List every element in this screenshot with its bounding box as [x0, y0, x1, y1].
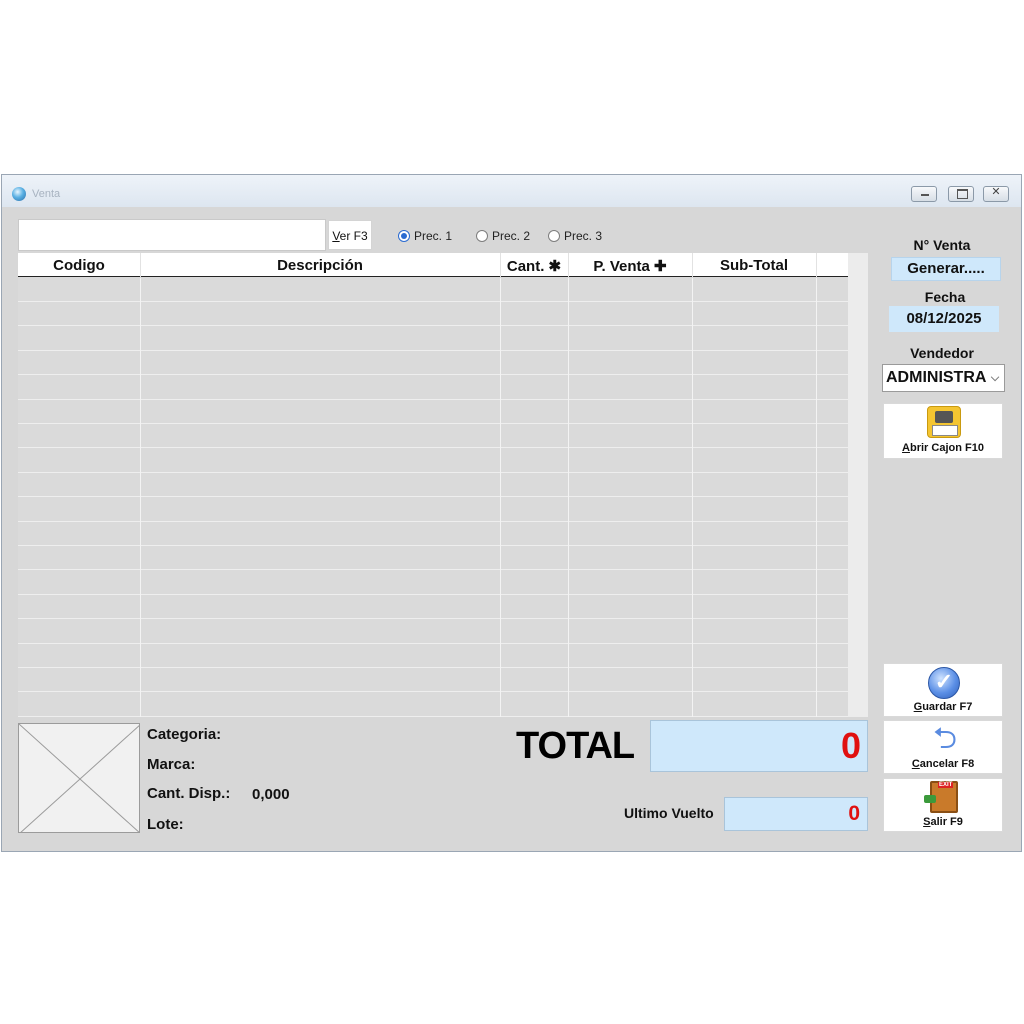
table-row[interactable] [18, 400, 848, 424]
table-row[interactable] [18, 571, 848, 595]
total-label: TOTAL [516, 725, 635, 767]
ultimo-vuelto-label: Ultimo Vuelto [624, 805, 714, 821]
header-divider [816, 253, 817, 277]
radio-label: Prec. 3 [564, 229, 603, 243]
title-bar: Venta ✕ [2, 175, 1021, 207]
nventa-label: N° Venta [913, 237, 971, 253]
product-search-input[interactable] [18, 219, 326, 251]
sales-grid[interactable]: Codigo Descripción Cant. ✱ P. Venta ✚ Su… [18, 253, 868, 717]
column-codigo[interactable]: Codigo [18, 257, 140, 274]
close-button[interactable]: ✕ [983, 186, 1009, 202]
table-row[interactable] [18, 693, 848, 717]
guardar-button[interactable]: Guardar F7 [883, 663, 1003, 717]
cash-register-icon [927, 406, 961, 438]
ver-label-rest: er F3 [339, 229, 368, 243]
table-row[interactable] [18, 473, 848, 498]
window-title: Venta [32, 188, 61, 200]
maximize-button[interactable] [948, 186, 974, 202]
cancelar-label: Cancelar F8 [911, 758, 975, 770]
grid-column-line [140, 278, 141, 717]
radio-dot-icon [548, 230, 560, 242]
column-descripcion[interactable]: Descripción [140, 257, 500, 274]
table-row[interactable] [18, 351, 848, 376]
asterisk-icon: ✱ [544, 258, 562, 275]
product-image-placeholder [18, 723, 140, 833]
radio-dot-icon [476, 230, 488, 242]
header-divider [500, 253, 501, 277]
cant-disp-label: Cant. Disp.: [147, 785, 231, 802]
radio-label: Prec. 2 [492, 229, 531, 243]
table-row[interactable] [18, 546, 848, 571]
salir-button[interactable]: Salir F9 [883, 778, 1003, 832]
table-row[interactable] [18, 644, 848, 668]
table-row[interactable] [18, 376, 848, 400]
column-sub-total[interactable]: Sub-Total [692, 257, 816, 274]
cant-disp-value: 0,000 [252, 786, 290, 803]
grid-column-line [692, 278, 693, 717]
table-row[interactable] [18, 595, 848, 620]
vendedor-label: Vendedor [910, 345, 974, 361]
grid-column-line [568, 278, 569, 717]
fecha-field[interactable]: 08/12/2025 [889, 306, 999, 332]
marca-label: Marca: [147, 756, 196, 773]
table-row[interactable] [18, 302, 848, 327]
column-cant[interactable]: Cant. ✱ [500, 257, 568, 275]
header-divider [568, 253, 569, 277]
radio-prec-1[interactable]: Prec. 1 [398, 229, 452, 243]
categoria-label: Categoria: [147, 726, 222, 743]
app-globe-icon [12, 187, 26, 201]
table-row[interactable] [18, 327, 848, 351]
cancelar-button[interactable]: ⮌ Cancelar F8 [883, 720, 1003, 774]
lote-label: Lote: [147, 816, 184, 833]
radio-prec-2[interactable]: Prec. 2 [476, 229, 530, 243]
table-row[interactable] [18, 424, 848, 449]
check-icon [928, 667, 960, 699]
total-value: 0 [650, 720, 868, 772]
vendedor-value: ADMINISTRA [886, 369, 987, 386]
image-placeholder-icon [19, 724, 139, 832]
radio-label: Prec. 1 [414, 229, 453, 243]
vendedor-select[interactable]: ADMINISTRA ⌵ [882, 364, 1005, 392]
grid-scrollbar[interactable] [848, 253, 868, 717]
close-icon: ✕ [991, 186, 1001, 198]
back-arrow-icon: ⮌ [932, 722, 958, 755]
guardar-label: Guardar F7 [913, 701, 973, 713]
table-row[interactable] [18, 278, 848, 302]
table-row[interactable] [18, 498, 848, 522]
exit-door-icon [924, 781, 958, 813]
header-divider [140, 253, 141, 277]
ultimo-vuelto-value: 0 [724, 797, 868, 831]
fecha-label: Fecha [924, 289, 966, 305]
minimize-button[interactable] [911, 186, 937, 202]
radio-prec-3[interactable]: Prec. 3 [548, 229, 602, 243]
table-row[interactable] [18, 522, 848, 546]
grid-column-line [500, 278, 501, 717]
radio-dot-selected-icon [398, 230, 410, 242]
ver-button[interactable]: Ver F3 [328, 220, 372, 250]
header-divider [692, 253, 693, 277]
nventa-field[interactable]: Generar..... [891, 257, 1001, 281]
table-row[interactable] [18, 620, 848, 644]
ver-accel: V [332, 229, 340, 243]
table-row[interactable] [18, 668, 848, 693]
grid-column-line [816, 278, 817, 717]
grid-body[interactable] [18, 278, 848, 717]
column-p-venta[interactable]: P. Venta ✚ [568, 257, 692, 275]
abrir-cajon-label: Abrir Cajon F10 [902, 442, 984, 454]
column-cant-label: Cant. [506, 258, 545, 275]
plus-icon: ✚ [649, 258, 667, 275]
chevron-down-icon[interactable]: ⌵ [986, 365, 1004, 391]
salir-label: Salir F9 [923, 816, 963, 828]
abrir-cajon-button[interactable]: Abrir Cajon F10 [883, 403, 1003, 459]
venta-window: Venta ✕ Ver F3 Prec. 1 Prec. 2 Prec. 3 C… [1, 174, 1022, 852]
table-row[interactable] [18, 449, 848, 473]
grid-header: Codigo Descripción Cant. ✱ P. Venta ✚ Su… [18, 253, 848, 277]
column-p-venta-label: P. Venta [593, 258, 650, 275]
